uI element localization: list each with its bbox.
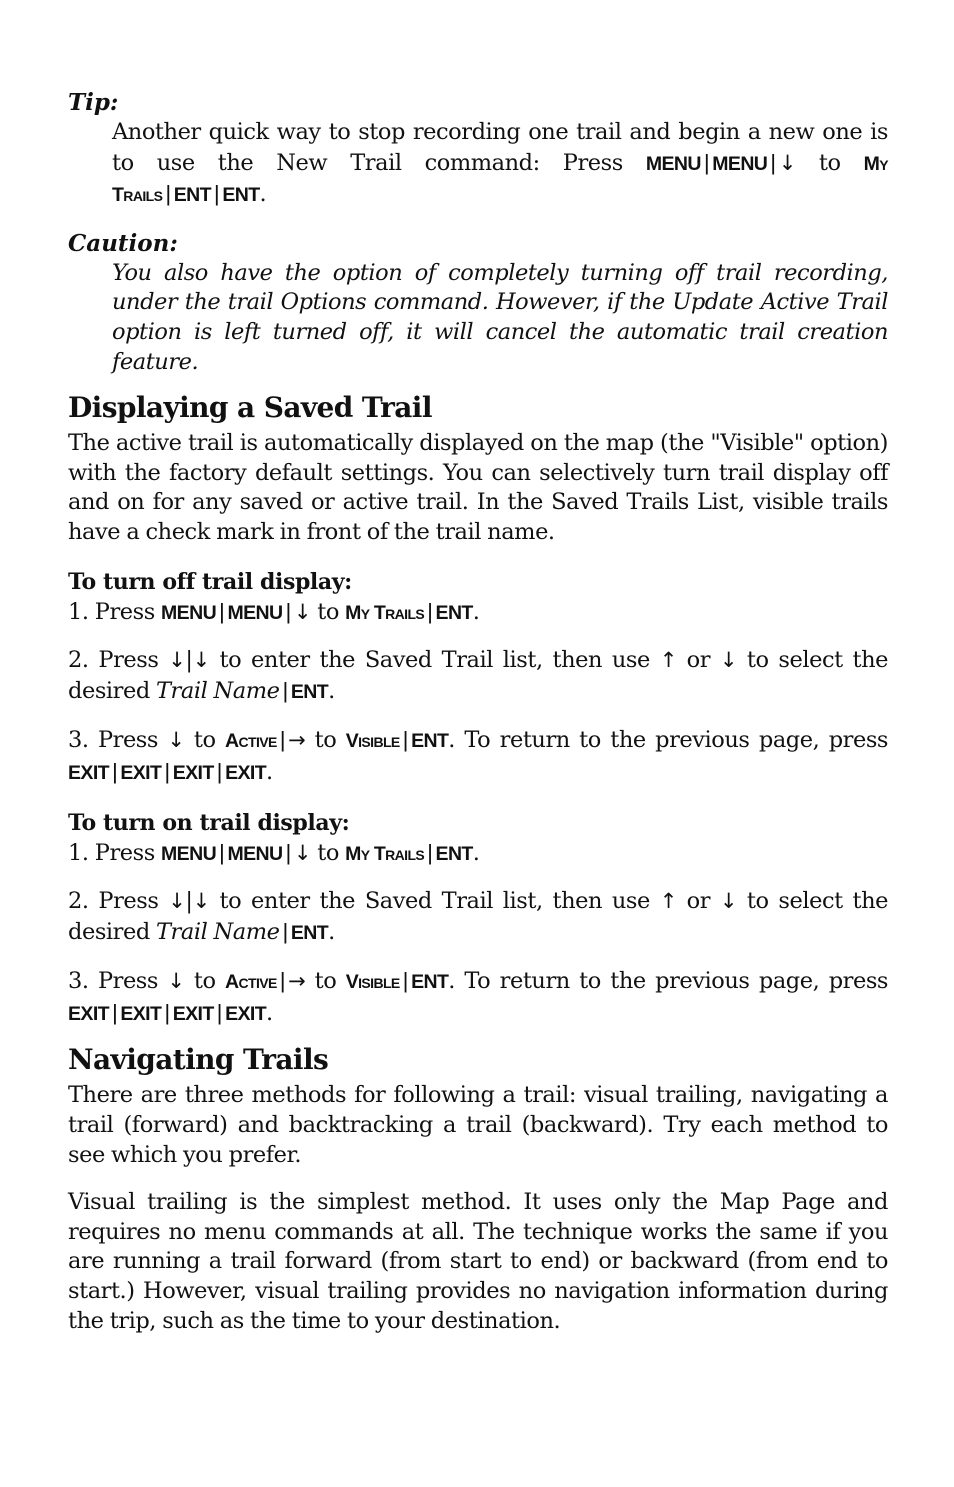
key-name: MENU [227, 842, 283, 865]
body-paragraph: Visual trailing is the simplest method. … [68, 1189, 888, 1334]
key-separator: | [770, 149, 776, 175]
key-separator: | [164, 758, 170, 784]
menu-item-name: My Trails [345, 842, 425, 865]
key-name: ENT [435, 842, 474, 865]
procedure-step: 2. Press ↓|↓ to enter the Saved Trail li… [68, 888, 889, 945]
item-name: Trail Name [156, 918, 280, 945]
key-separator: | [216, 758, 223, 784]
section-heading-displaying-saved-trail: Displaying a Saved Trail [68, 391, 432, 425]
key-separator: | [285, 839, 291, 865]
menu-item-name: My Trails [345, 601, 425, 624]
key-separator: | [111, 758, 118, 784]
key-name: EXIT [120, 761, 162, 784]
key-separator: | [219, 839, 225, 865]
key-name: ENT [222, 184, 260, 207]
key-name: EXIT [172, 761, 215, 784]
menu-item-name: Visible [345, 971, 401, 994]
key-separator: | [216, 999, 223, 1025]
procedure-step: 3. Press ↓ to Active | → to Visible | ENT. T… [68, 727, 889, 785]
tip-text: Another quick way to stop recording one … [112, 119, 889, 208]
procedure-step: 2. Press ↓|↓ to enter the Saved Trail li… [68, 647, 889, 704]
key-separator: | [165, 181, 171, 207]
section-intro: The active trail is automatically displa… [68, 430, 888, 545]
key-name: ENT [411, 971, 449, 994]
key-name: ENT [290, 921, 329, 944]
caution-label: Caution: [68, 229, 178, 257]
arrow-key-icon: ↑ [659, 889, 678, 914]
procedure-turn-on: To turn on trail display: 1. Press MENU |… [68, 809, 888, 1030]
key-separator: | [213, 181, 220, 207]
key-name: EXIT [68, 761, 110, 784]
body-paragraph: There are three methods for following a … [68, 1082, 888, 1168]
key-name: MENU [161, 601, 217, 624]
arrow-key-icon: ↓ [167, 728, 185, 753]
key-name: MENU [712, 152, 768, 175]
key-name: ENT [173, 184, 212, 207]
key-name: ENT [435, 601, 474, 624]
item-name: Trail Name [156, 677, 280, 704]
procedure-title: To turn off trail display: [68, 568, 352, 595]
menu-item-name: Active [225, 730, 277, 753]
key-name: EXIT [225, 761, 267, 784]
arrow-key-icon: ↑ [659, 648, 678, 673]
arrow-key-icon: ↓ [293, 599, 312, 624]
key-separator: | [219, 598, 225, 624]
key-name: MENU [645, 152, 702, 175]
caution-text: You also have the option of completely t… [112, 259, 888, 375]
key-name: EXIT [120, 1002, 162, 1025]
manual-page: Tip: Another quick way to stop recording… [68, 88, 889, 1336]
key-name: MENU [227, 601, 283, 624]
procedure-step: 1. Press MENU | MENU | ↓ to My Trails | ENT. [68, 598, 480, 625]
arrow-key-icon: ↓ [719, 648, 738, 673]
key-separator: | [427, 839, 433, 865]
key-separator: | [279, 727, 286, 753]
arrow-key-icon: → [288, 728, 306, 753]
arrow-key-icon: ↓ [192, 889, 211, 914]
key-separator: | [703, 149, 710, 175]
key-name: EXIT [172, 1002, 215, 1025]
menu-item-name: Visible [345, 730, 401, 753]
key-name: ENT [290, 680, 329, 703]
key-name: ENT [411, 730, 449, 753]
procedure-step: 1. Press MENU | MENU | ↓ to My Trails | ENT. [68, 839, 480, 866]
key-separator: | [279, 968, 286, 994]
arrow-key-icon: ↓ [719, 889, 738, 914]
key-name: EXIT [68, 1002, 110, 1025]
key-separator: | [402, 727, 409, 753]
arrow-key-icon: ↓ [778, 150, 797, 175]
key-separator: | [285, 598, 291, 624]
key-name: EXIT [225, 1002, 267, 1025]
caution-note: Caution: You also have the option of com… [68, 229, 888, 377]
key-separator: | [282, 677, 288, 703]
arrow-key-icon: ↓ [192, 648, 211, 673]
tip-note: Tip: Another quick way to stop recording… [68, 88, 889, 211]
procedure-step: 3. Press ↓ to Active | → to Visible | ENT. T… [68, 968, 889, 1026]
key-separator: | [402, 968, 409, 994]
key-separator: | [282, 918, 288, 944]
key-separator: | [427, 598, 433, 624]
key-name: MENU [161, 842, 217, 865]
arrow-key-icon: → [288, 969, 306, 994]
arrow-key-icon: ↓ [167, 969, 185, 994]
menu-item-name: Active [225, 971, 277, 994]
section-heading-navigating-trails: Navigating Trails [68, 1043, 329, 1077]
arrow-key-icon: ↓ [168, 889, 186, 914]
arrow-key-icon: ↓ [168, 648, 186, 673]
tip-label: Tip: [68, 89, 119, 116]
key-separator: | [111, 999, 118, 1025]
arrow-key-icon: ↓ [293, 840, 312, 865]
key-separator: | [164, 999, 170, 1025]
procedure-turn-off: To turn off trail display: 1. Press MENU… [68, 568, 888, 789]
procedure-title: To turn on trail display: [68, 809, 350, 836]
